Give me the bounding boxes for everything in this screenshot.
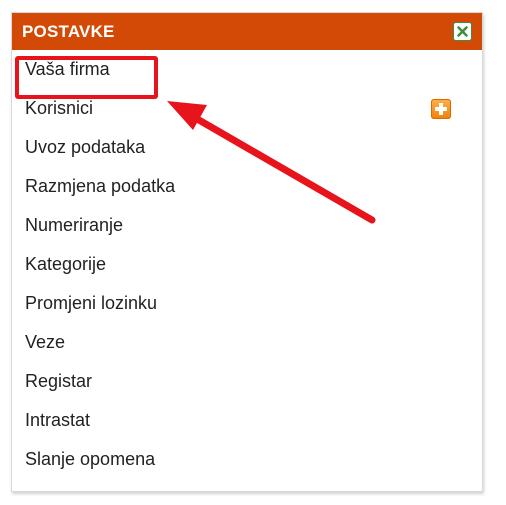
menu-item-label: Kategorije [25, 254, 107, 274]
panel-title: POSTAVKE [22, 22, 115, 41]
panel-header: POSTAVKE [12, 13, 482, 50]
menu-item-label: Intrastat [25, 410, 91, 430]
menu-item-label: Uvoz podataka [25, 137, 146, 157]
menu-item-intrastat[interactable]: Intrastat [12, 401, 482, 440]
menu-item-label: Numeriranje [25, 215, 124, 235]
settings-panel: POSTAVKE Vaša firma Korisnici Uvoz podat… [11, 12, 483, 492]
menu-item-vasa-firma[interactable]: Vaša firma [12, 50, 482, 89]
menu-item-label: Razmjena podatka [25, 176, 176, 196]
menu-item-veze[interactable]: Veze [12, 323, 482, 362]
menu-item-label: Korisnici [25, 98, 94, 118]
menu-item-label: Vaša firma [25, 59, 110, 79]
menu-item-razmjena-podatka[interactable]: Razmjena podatka [12, 167, 482, 206]
close-icon [457, 26, 468, 37]
menu-item-label: Veze [25, 332, 66, 352]
menu-item-label: Registar [25, 371, 93, 391]
menu-item-label: Slanje opomena [25, 449, 156, 469]
menu-item-promjeni-lozinku[interactable]: Promjeni lozinku [12, 284, 482, 323]
menu-item-korisnici[interactable]: Korisnici [12, 89, 482, 128]
add-icon[interactable] [431, 99, 451, 119]
close-button[interactable] [453, 22, 472, 41]
menu-item-uvoz-podataka[interactable]: Uvoz podataka [12, 128, 482, 167]
menu-item-kategorije[interactable]: Kategorije [12, 245, 482, 284]
menu-item-slanje-opomena[interactable]: Slanje opomena [12, 440, 482, 479]
menu-item-label: Promjeni lozinku [25, 293, 158, 313]
menu-item-numeriranje[interactable]: Numeriranje [12, 206, 482, 245]
menu-item-registar[interactable]: Registar [12, 362, 482, 401]
